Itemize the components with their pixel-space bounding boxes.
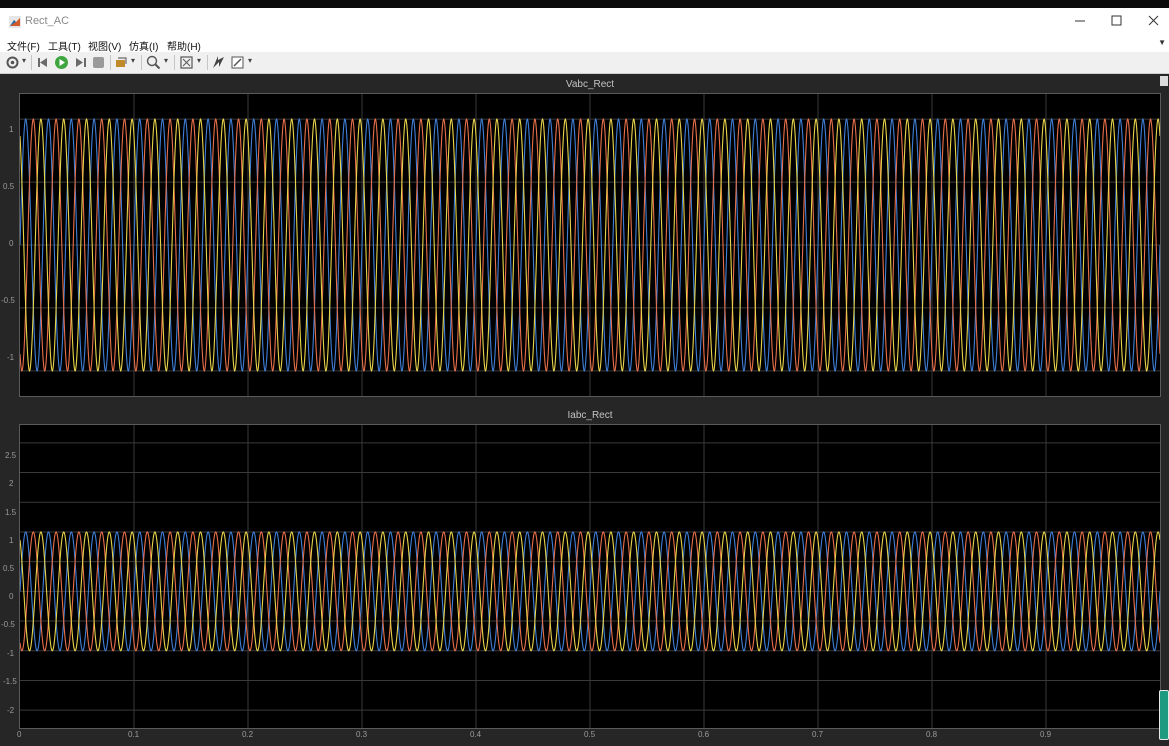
step-back-icon[interactable] — [36, 55, 51, 70]
x-tick-label: 0.4 — [470, 730, 482, 739]
matlab-logo-icon — [9, 16, 21, 28]
highlight-dropdown-icon[interactable]: ▾ — [131, 56, 135, 65]
style-dropdown-icon[interactable]: ▾ — [248, 56, 252, 65]
toolbar-separator — [207, 55, 208, 70]
cursor-measure-icon[interactable] — [211, 55, 226, 70]
menu-tools[interactable]: 工具(T) — [48, 38, 81, 53]
scroll-up-button[interactable] — [1160, 76, 1168, 86]
toolbar-separator — [174, 55, 175, 70]
toolbar-separator — [31, 55, 32, 70]
x-tick-label: 0.1 — [128, 730, 140, 739]
y-tick-label: 0.5 — [3, 564, 15, 573]
y-tick-label: 2 — [9, 479, 14, 488]
fit-to-view-icon[interactable] — [179, 55, 194, 70]
menu-view[interactable]: 视图(V) — [88, 38, 121, 53]
menu-file[interactable]: 文件(F) — [7, 38, 40, 53]
stop-icon[interactable] — [91, 55, 106, 70]
y-tick-label: 0 — [9, 239, 14, 248]
y-tick-label: -1 — [7, 353, 15, 362]
close-icon[interactable] — [1140, 12, 1166, 30]
iabc-plot-svg — [19, 425, 1161, 728]
toolbar-separator — [141, 55, 142, 70]
fit-dropdown-icon[interactable]: ▾ — [197, 56, 201, 65]
zoom-icon[interactable] — [146, 55, 161, 70]
x-tick-label: 0.2 — [242, 730, 254, 739]
y-tick-label: 0.5 — [3, 182, 15, 191]
plot-area: Vabc_Rect 1 0.5 0 -0.5 -1 Iabc_Rect 2.5 … — [0, 74, 1169, 746]
axes-iabc[interactable] — [19, 424, 1161, 729]
toolbar-separator — [110, 55, 111, 70]
vabc-plot-svg — [19, 94, 1161, 396]
axes-vabc[interactable] — [19, 93, 1161, 397]
maximize-icon[interactable] — [1103, 12, 1129, 30]
x-tick-label: 0.6 — [698, 730, 710, 739]
edit-style-icon[interactable] — [230, 55, 245, 70]
highlight-icon[interactable] — [114, 55, 129, 70]
y-tick-label: -0.5 — [1, 620, 15, 629]
settings-dropdown-icon[interactable]: ▾ — [22, 56, 26, 65]
y-tick-label: 2.5 — [5, 451, 17, 460]
x-tick-label: 0 — [17, 730, 22, 739]
menu-bar: 文件(F) 工具(T) 视图(V) 仿真(I) 帮助(H) ▼ — [0, 35, 1169, 53]
menu-help[interactable]: 帮助(H) — [167, 38, 201, 53]
x-tick-label: 0.5 — [584, 730, 596, 739]
settings-icon[interactable] — [5, 55, 20, 70]
y-tick-label: 1 — [9, 536, 14, 545]
y-tick-label: -2 — [7, 706, 15, 715]
scrollbar-thumb[interactable] — [1159, 690, 1169, 740]
title-bar: Rect_AC — [0, 8, 1169, 35]
x-tick-label: 0.8 — [926, 730, 938, 739]
y-tick-label: 0 — [9, 592, 14, 601]
plot-title-vabc: Vabc_Rect — [565, 79, 615, 90]
window-title: Rect_AC — [25, 15, 70, 27]
menu-overflow-arrow-icon[interactable]: ▼ — [1158, 38, 1166, 47]
run-icon[interactable] — [54, 55, 69, 70]
minimize-icon[interactable] — [1067, 12, 1093, 30]
y-tick-label: 1 — [9, 125, 14, 134]
y-tick-label: -1 — [7, 649, 15, 658]
menu-simulation[interactable]: 仿真(I) — [129, 38, 158, 53]
y-tick-label: -1.5 — [3, 677, 17, 686]
zoom-dropdown-icon[interactable]: ▾ — [164, 56, 168, 65]
y-tick-label: 1.5 — [5, 508, 17, 517]
plot-title-iabc: Iabc_Rect — [567, 410, 613, 421]
x-tick-label: 0.3 — [356, 730, 368, 739]
step-forward-icon[interactable] — [73, 55, 88, 70]
y-tick-label: -0.5 — [1, 296, 15, 305]
toolbar: ▾ ▾ ▾ ▾ ▾ — [0, 52, 1169, 74]
x-tick-label: 0.7 — [812, 730, 824, 739]
scope-window: Rect_AC 文件(F) 工具(T) 视图(V) 仿真(I) 帮助(H) ▼ … — [0, 8, 1169, 746]
x-tick-label: 0.9 — [1040, 730, 1052, 739]
